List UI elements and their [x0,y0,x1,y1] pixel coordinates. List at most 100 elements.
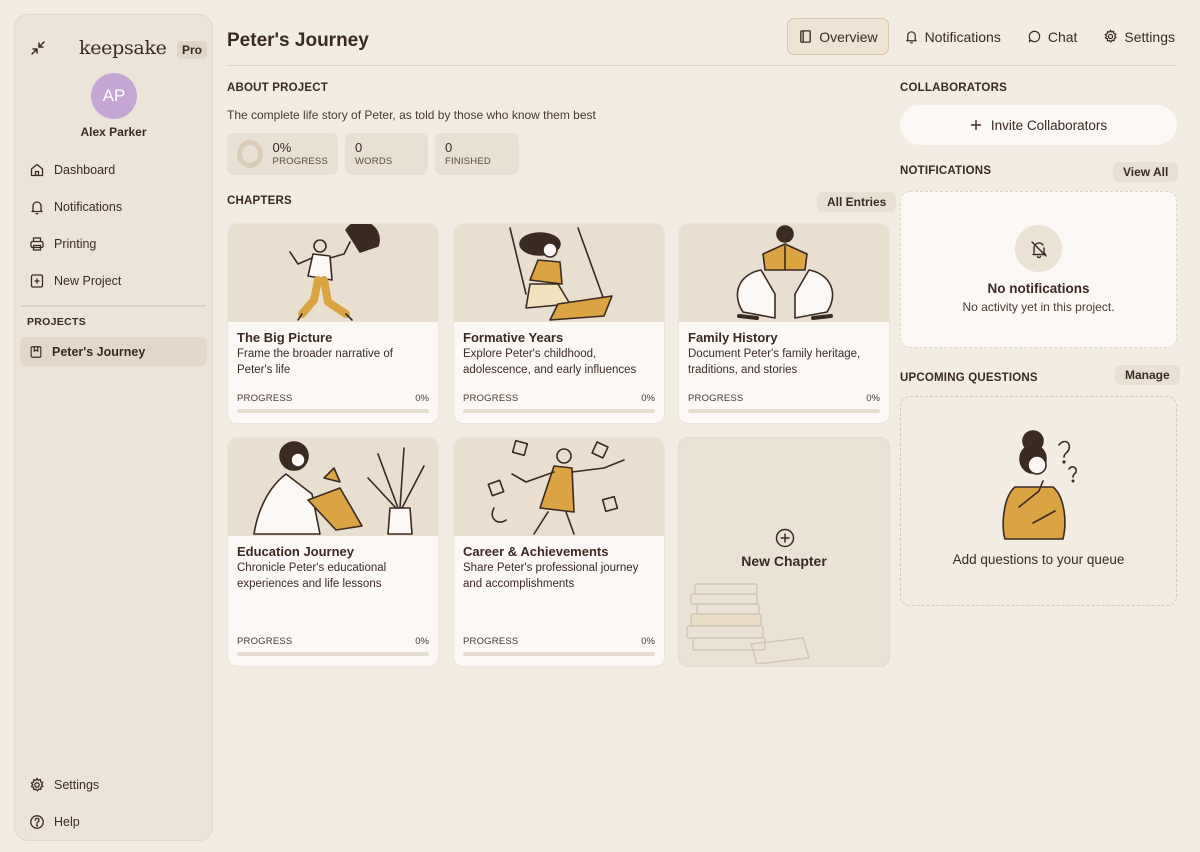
tab-settings[interactable]: Settings [1092,18,1186,55]
tab-notifications[interactable]: Notifications [893,18,1012,55]
plus-square-icon [30,273,44,288]
bell-icon [905,31,917,44]
tab-label: Settings [1124,28,1175,45]
sidebar-item-settings[interactable]: Settings [21,766,206,803]
progress-bar [463,652,655,656]
empty-notifications-title: No notifications [987,281,1090,296]
progress-value: 0% [866,393,880,404]
tab-label: Notifications [924,28,1001,45]
books-illustration [686,583,810,664]
sidebar-project-peters-journey[interactable]: Peter's Journey [20,337,207,366]
chapter-illustration [228,224,438,322]
progress-bar [688,409,880,413]
progress-ring [237,140,263,168]
progress-label: PROGRESS [237,636,293,647]
header-divider [227,65,1176,66]
plus-icon [970,120,981,130]
stat-label: FINISHED [445,156,491,167]
progress-value: 0% [415,393,429,404]
chapter-card-education-journey[interactable]: Education Journey Chronicle Peter's educ… [227,437,439,667]
collapse-sidebar-button[interactable] [27,37,49,59]
printer-icon [30,236,44,251]
chapter-description: Share Peter's professional journey and a… [463,562,639,590]
tab-label: Overview [819,28,878,45]
chapter-card-formative-years[interactable]: Formative Years Explore Peter's childhoo… [453,223,665,424]
view-all-button[interactable]: View All [1113,162,1179,182]
manage-button[interactable]: Manage [1115,365,1180,385]
progress-label: PROGRESS [237,393,293,404]
sidebar-item-label: Help [54,814,80,829]
stat-label: PROGRESS [272,156,328,167]
sidebar-item-label: Printing [54,236,97,251]
sidebar-item-label: Notifications [54,199,123,214]
avatar[interactable]: AP [91,73,137,119]
chapter-illustration [228,438,438,536]
gear-icon [1104,29,1118,43]
progress-value: 0% [415,636,429,647]
app-logo[interactable]: keepsake [79,37,167,59]
sidebar: keepsake Pro AP Alex Parker Dashboard No… [14,14,213,841]
chapters-heading: CHAPTERS [227,195,292,207]
sidebar-item-new-project[interactable]: New Project [21,262,206,299]
top-tabs: Overview Notifications Chat Settings [787,18,1186,55]
progress-value: 0% [641,636,655,647]
stat-value: 0 [445,140,453,155]
project-stats: 0% PROGRESS 0 WORDS 0 FINISHED [227,133,519,175]
plus-circle-icon [775,528,795,548]
chapter-card-big-picture[interactable]: The Big Picture Frame the broader narrat… [227,223,439,424]
chapter-illustration [454,224,664,322]
chapter-title: Career & Achievements [463,544,609,559]
tab-chat[interactable]: Chat [1016,18,1089,55]
questions-empty-state[interactable]: Add questions to your queue [900,396,1177,606]
new-chapter-label: New Chapter [741,553,827,569]
sidebar-item-help[interactable]: Help [21,803,206,840]
chapter-description: Explore Peter's childhood, adolescence, … [463,348,637,376]
sidebar-header: keepsake Pro [15,27,212,73]
about-heading: ABOUT PROJECT [227,82,328,94]
collaborators-heading: COLLABORATORS [900,82,1007,94]
chapter-card-family-history[interactable]: Family History Document Peter's family h… [678,223,890,424]
sidebar-item-label: Settings [54,777,100,792]
invite-collaborators-button[interactable]: Invite Collaborators [900,105,1177,145]
progress-label: PROGRESS [688,393,744,404]
progress-value: 0% [641,393,655,404]
sidebar-item-dashboard[interactable]: Dashboard [21,151,206,188]
help-icon [30,814,44,829]
sidebar-divider [21,305,206,307]
sidebar-nav: Dashboard Notifications Printing New Pro… [21,151,206,299]
book-icon [800,30,812,43]
sidebar-item-label: New Project [54,273,122,288]
new-chapter-card[interactable]: New Chapter [678,437,890,667]
progress-label: PROGRESS [463,636,519,647]
chapter-card-career-achievements[interactable]: Career & Achievements Share Peter's prof… [453,437,665,667]
project-description: The complete life story of Peter, as tol… [227,108,596,122]
sidebar-item-printing[interactable]: Printing [21,225,206,262]
chapter-title: Education Journey [237,544,355,559]
progress-label: PROGRESS [463,393,519,404]
thinking-person-illustration [1002,430,1077,540]
page-title: Peter's Journey [227,30,369,51]
sidebar-item-label: Dashboard [54,162,116,177]
chat-icon [1028,30,1041,43]
pro-badge: Pro [177,41,208,59]
tab-label: Chat [1047,28,1078,45]
stat-label: WORDS [355,156,393,167]
tab-overview[interactable]: Overview [787,18,889,55]
notifications-empty-state: No notifications No activity yet in this… [900,191,1177,348]
chapter-description: Document Peter's family heritage, tradit… [688,348,861,376]
gear-icon [30,776,44,792]
bell-off-icon-wrap [1015,225,1062,272]
invite-label: Invite Collaborators [990,117,1108,133]
bell-icon [31,200,43,215]
sidebar-item-notifications[interactable]: Notifications [21,188,206,225]
progress-bar [237,409,429,413]
home-icon [30,163,44,176]
user-name: Alex Parker [80,125,147,139]
empty-notifications-text: No activity yet in this project. [962,300,1115,314]
all-entries-button[interactable]: All Entries [817,192,897,212]
chapter-description: Chronicle Peter's educational experience… [237,562,387,590]
chapter-title: The Big Picture [237,330,333,345]
projects-heading: PROJECTS [27,316,86,328]
notifications-heading: NOTIFICATIONS [900,165,992,177]
chapter-description: Frame the broader narrative of Peter's l… [237,348,393,376]
